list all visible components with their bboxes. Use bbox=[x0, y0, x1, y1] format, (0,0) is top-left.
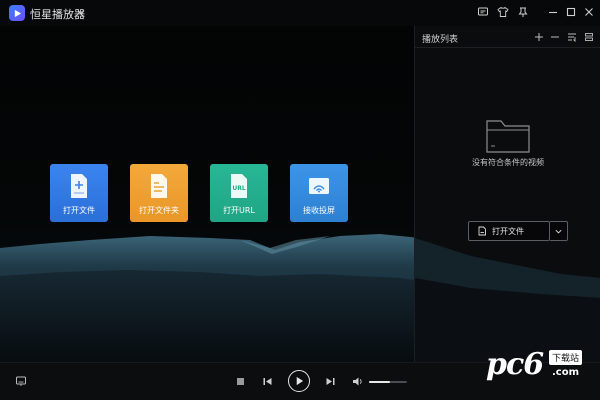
video-area[interactable]: 打开文件 打开文件夹 URL 打开URL 接收投屏 bbox=[0, 26, 414, 362]
open-file-button[interactable]: 打开文件 bbox=[468, 221, 550, 241]
play-button[interactable] bbox=[288, 370, 310, 392]
maximize-icon[interactable] bbox=[564, 5, 578, 19]
minimize-icon[interactable] bbox=[546, 5, 560, 19]
playlist-panel: 播放列表 没有符合条件的视频 打开文件 bbox=[414, 26, 600, 362]
receive-cast-label: 接收投屏 bbox=[303, 206, 335, 215]
open-file-dropdown[interactable] bbox=[550, 221, 568, 241]
watermark-domain: .com bbox=[552, 367, 580, 378]
playlist-header: 播放列表 bbox=[415, 26, 600, 48]
panel-background bbox=[415, 238, 600, 362]
open-file-button-label: 打开文件 bbox=[492, 226, 524, 236]
watermark-logo: pc6 bbox=[486, 347, 544, 382]
next-icon[interactable] bbox=[325, 376, 336, 387]
cast-icon bbox=[306, 172, 332, 200]
volume-icon[interactable] bbox=[352, 376, 364, 387]
close-icon[interactable] bbox=[582, 5, 596, 19]
volume-level bbox=[369, 381, 390, 383]
chat-icon[interactable] bbox=[476, 5, 490, 19]
file-plus-icon bbox=[66, 172, 92, 200]
url-file-icon: URL bbox=[226, 172, 252, 200]
playlist-title: 播放列表 bbox=[422, 35, 459, 45]
player-window: 恒星播放器 打开文件 打开文件夹 URL 打开URL 接收投屏 播放列表 没有符… bbox=[0, 0, 600, 400]
title-bar: 恒星播放器 bbox=[0, 0, 600, 26]
list-menu-icon[interactable] bbox=[583, 31, 595, 43]
remove-icon[interactable] bbox=[549, 31, 561, 43]
app-logo-icon bbox=[9, 5, 25, 21]
open-file-label: 打开文件 bbox=[63, 206, 95, 215]
empty-folder-icon bbox=[486, 120, 530, 153]
file-open-icon bbox=[478, 226, 486, 236]
folder-icon bbox=[146, 172, 172, 200]
play-icon bbox=[296, 376, 304, 386]
open-url-tile[interactable]: URL 打开URL bbox=[210, 164, 268, 222]
empty-playlist-message: 没有符合条件的视频 bbox=[472, 158, 544, 167]
open-folder-tile[interactable]: 打开文件夹 bbox=[130, 164, 188, 222]
shirt-icon[interactable] bbox=[496, 5, 510, 19]
watermark-badge: 下载站 bbox=[549, 350, 583, 365]
receive-cast-tile[interactable]: 接收投屏 bbox=[290, 164, 348, 222]
sort-icon[interactable] bbox=[566, 31, 578, 43]
open-file-tile[interactable]: 打开文件 bbox=[50, 164, 108, 222]
previous-icon[interactable] bbox=[262, 376, 273, 387]
quick-actions: 打开文件 打开文件夹 URL 打开URL 接收投屏 bbox=[50, 164, 348, 222]
open-url-label: 打开URL bbox=[223, 206, 255, 215]
subtitle-icon[interactable] bbox=[15, 375, 27, 387]
chevron-down-icon bbox=[555, 229, 562, 233]
svg-text:URL: URL bbox=[232, 185, 245, 192]
pin-icon[interactable] bbox=[516, 5, 530, 19]
volume-slider[interactable] bbox=[369, 381, 407, 383]
stop-icon[interactable] bbox=[236, 377, 245, 386]
add-icon[interactable] bbox=[533, 31, 545, 43]
open-folder-label: 打开文件夹 bbox=[139, 206, 179, 215]
pc6-watermark: pc6 下载站 .com bbox=[486, 348, 592, 388]
chevron-down-icon[interactable] bbox=[76, 7, 86, 17]
